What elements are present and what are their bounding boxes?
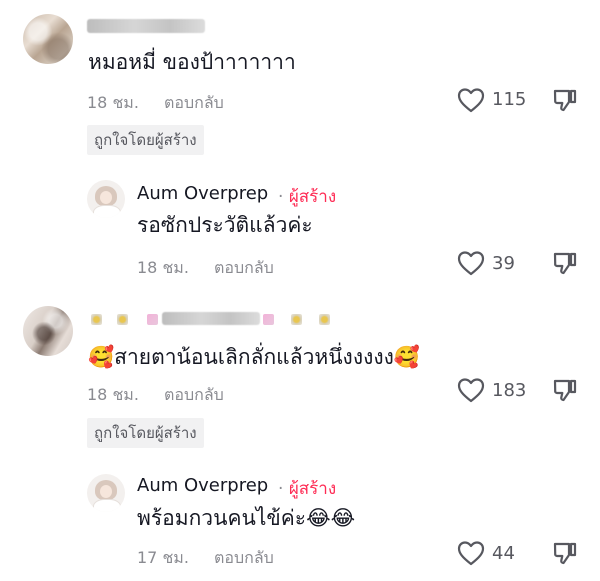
like-button[interactable] xyxy=(457,250,485,276)
dislike-button[interactable] xyxy=(552,250,578,276)
heart-outline-icon xyxy=(457,378,485,403)
reply-button[interactable]: ตอบกลับ xyxy=(164,383,224,408)
thumbs-down-icon xyxy=(553,379,577,402)
commenter-username-blurred[interactable] xyxy=(87,19,205,33)
reply-button[interactable]: ตอบกลับ xyxy=(214,256,274,281)
like-button[interactable] xyxy=(457,540,485,566)
separator-dot: · xyxy=(278,479,284,499)
heart-outline-icon xyxy=(457,251,485,276)
commenter-avatar[interactable] xyxy=(23,306,73,356)
laughing-tears-emoji: 😂😂 xyxy=(306,506,356,530)
creator-label: · ผู้สร้าง xyxy=(278,183,336,210)
reply-button[interactable]: ตอบกลับ xyxy=(164,91,224,116)
liked-by-creator-badge: ถูกใจโดยผู้สร้าง xyxy=(87,125,204,155)
comment-time: 18 ชม. xyxy=(87,385,139,404)
reply-button[interactable]: ตอบกลับ xyxy=(214,546,274,571)
smiling-face-hearts-emoji: 🥰 xyxy=(88,345,115,369)
heart-outline-icon xyxy=(457,541,485,566)
commenter-username-blurred[interactable] xyxy=(87,306,347,334)
creator-tag-text: ผู้สร้าง xyxy=(288,479,337,499)
reply-time: 18 ชม. xyxy=(137,258,189,277)
like-count: 39 xyxy=(492,253,515,274)
reply-time: 17 ชม. xyxy=(137,548,189,567)
creator-username[interactable]: Aum Overprep xyxy=(137,475,268,496)
comment-text: 🥰สายตาน้อนเลิกลั่กแล้วหนึ่งงงงง🥰 xyxy=(88,345,420,369)
dislike-button[interactable] xyxy=(552,377,578,403)
creator-avatar[interactable] xyxy=(87,180,125,218)
like-button[interactable] xyxy=(457,87,485,113)
thumbs-down-icon xyxy=(553,252,577,275)
smiling-face-hearts-emoji: 🥰 xyxy=(393,345,420,369)
like-count: 115 xyxy=(492,89,527,110)
comment-text: หมอหมี่ ของป้าาาาาาา xyxy=(88,50,296,74)
heart-outline-icon xyxy=(457,88,485,113)
reply-text: พร้อมกวนคนไข้ค่ะ😂😂 xyxy=(137,506,356,530)
reply-text: รอซักประวัติแล้วค่ะ xyxy=(137,213,313,237)
thumbs-down-icon xyxy=(553,89,577,112)
dislike-button[interactable] xyxy=(552,540,578,566)
like-count: 183 xyxy=(492,380,527,401)
commenter-avatar[interactable] xyxy=(23,14,73,64)
comment-time: 18 ชม. xyxy=(87,93,139,112)
creator-label: · ผู้สร้าง xyxy=(278,475,336,502)
like-button[interactable] xyxy=(457,377,485,403)
creator-username[interactable]: Aum Overprep xyxy=(137,183,268,204)
creator-tag-text: ผู้สร้าง xyxy=(288,187,337,207)
separator-dot: · xyxy=(278,187,284,207)
thumbs-down-icon xyxy=(553,542,577,565)
like-count: 44 xyxy=(492,543,515,564)
creator-avatar[interactable] xyxy=(87,474,125,512)
liked-by-creator-badge: ถูกใจโดยผู้สร้าง xyxy=(87,418,204,448)
dislike-button[interactable] xyxy=(552,87,578,113)
